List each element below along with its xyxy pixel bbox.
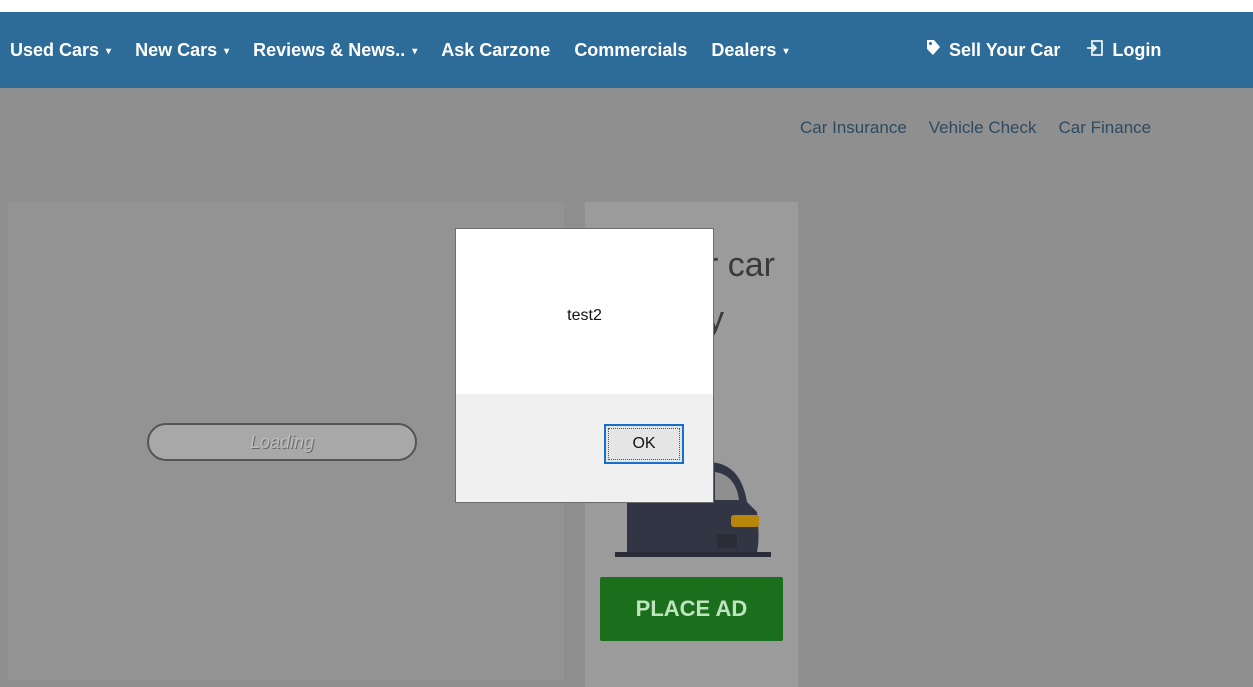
place-ad-button[interactable]: PLACE AD: [600, 577, 783, 641]
chevron-down-icon: ▾: [412, 45, 418, 57]
nav-dealers-label: Dealers: [711, 39, 777, 60]
ok-button[interactable]: OK: [604, 424, 684, 464]
chevron-down-icon: ▾: [224, 45, 230, 57]
nav-used-cars-label: Used Cars: [10, 39, 100, 60]
nav-reviews-news-label: Reviews & News..: [253, 39, 406, 60]
alert-dialog: test2 OK: [456, 229, 713, 502]
chevron-down-icon: ▾: [783, 45, 789, 57]
loading-indicator: Loading: [147, 423, 417, 461]
secondary-nav: Car Insurance Vehicle Check Car Finance: [800, 118, 1151, 138]
tag-icon: [925, 39, 941, 62]
top-navbar: Used Cars ▾ New Cars ▾ Reviews & News.. …: [0, 12, 1253, 88]
login-icon: [1086, 39, 1104, 62]
chevron-down-icon: ▾: [106, 45, 112, 57]
nav-reviews-news[interactable]: Reviews & News.. ▾: [253, 40, 417, 61]
sell-your-car-link[interactable]: Sell Your Car: [925, 39, 1060, 62]
main-menu: Used Cars ▾ New Cars ▾ Reviews & News.. …: [10, 40, 812, 61]
dialog-footer: OK: [456, 394, 713, 502]
login-link[interactable]: Login: [1086, 39, 1161, 62]
car-finance-link[interactable]: Car Finance: [1059, 118, 1152, 138]
nav-ask-carzone-label: Ask Carzone: [441, 39, 551, 60]
nav-used-cars[interactable]: Used Cars ▾: [10, 40, 111, 61]
nav-new-cars[interactable]: New Cars ▾: [135, 40, 229, 61]
nav-commercials[interactable]: Commercials: [574, 40, 687, 61]
vehicle-check-link[interactable]: Vehicle Check: [929, 118, 1037, 138]
nav-commercials-label: Commercials: [574, 39, 688, 60]
nav-new-cars-label: New Cars: [135, 39, 218, 60]
car-insurance-link[interactable]: Car Insurance: [800, 118, 907, 138]
dialog-message: test2: [567, 307, 602, 324]
login-label: Login: [1112, 39, 1162, 60]
sell-your-car-label: Sell Your Car: [949, 39, 1061, 60]
nav-ask-carzone[interactable]: Ask Carzone: [441, 40, 550, 61]
nav-dealers[interactable]: Dealers ▾: [711, 40, 788, 61]
account-menu: Sell Your Car Login: [925, 12, 1187, 88]
